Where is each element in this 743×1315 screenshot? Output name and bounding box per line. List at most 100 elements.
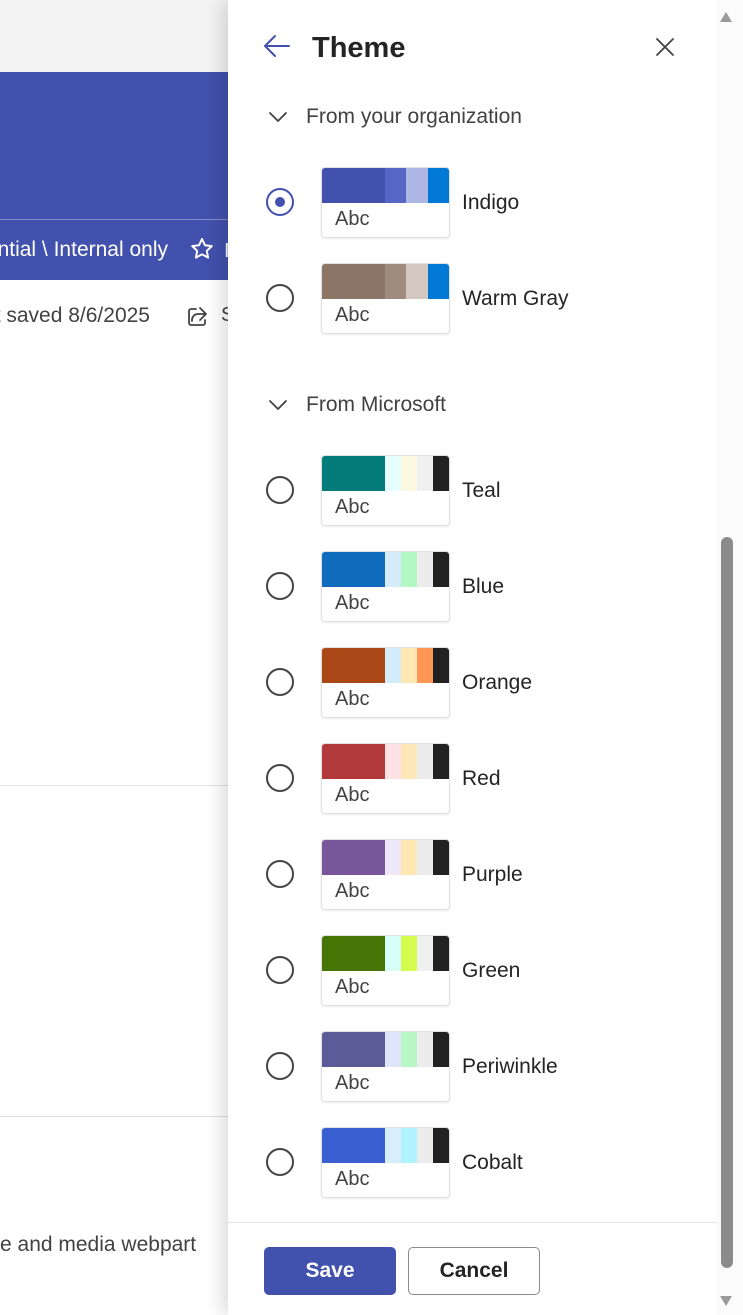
theme-name: Purple [462, 863, 523, 886]
swatch-color-bar [322, 648, 449, 683]
swatch-color [417, 1128, 433, 1163]
swatch-color-bar [322, 456, 449, 491]
swatch-sample-text: Abc [335, 496, 370, 518]
sensitivity-label[interactable]: ntial \ Internal only [0, 236, 168, 264]
theme-option-orange[interactable]: Abc Orange [262, 647, 682, 719]
swatch-sample-text: Abc [335, 1072, 370, 1094]
theme-option-blue[interactable]: Abc Blue [262, 551, 682, 623]
swatch-color [406, 168, 428, 203]
swatch-color [322, 168, 385, 203]
swatch-color [385, 936, 401, 971]
swatch-color [433, 744, 449, 779]
scrollbar-thumb[interactable] [721, 537, 733, 1268]
theme-option-indigo[interactable]: Abc Indigo [262, 167, 682, 239]
swatch-color [417, 456, 433, 491]
radio-button[interactable] [266, 764, 294, 792]
radio-button[interactable] [266, 476, 294, 504]
save-button[interactable]: Save [264, 1247, 396, 1295]
swatch-color [385, 648, 401, 683]
radio-button[interactable] [266, 860, 294, 888]
theme-option-warm-gray[interactable]: Abc Warm Gray [262, 263, 682, 335]
swatch-color [401, 648, 417, 683]
star-icon[interactable] [189, 236, 215, 262]
chevron-down-icon [269, 400, 287, 410]
scroll-up-arrow-icon[interactable] [718, 10, 734, 24]
swatch-color [385, 552, 401, 587]
theme-name: Blue [462, 575, 505, 598]
swatch-color [322, 264, 385, 299]
scroll-down-arrow-icon[interactable] [718, 1294, 734, 1308]
theme-option-periwinkle[interactable]: Abc Periwinkle [262, 1031, 682, 1103]
theme-option-cobalt[interactable]: Abc Cobalt [262, 1127, 682, 1199]
theme-option-teal[interactable]: Abc Teal [262, 455, 682, 527]
arrow-left-icon[interactable] [262, 30, 292, 62]
swatch-color-bar [322, 168, 449, 203]
swatch-color [417, 648, 433, 683]
section-label: From your organization [306, 105, 522, 128]
radio-button[interactable] [266, 1052, 294, 1080]
swatch-color [433, 456, 449, 491]
theme-option-red[interactable]: Abc Red [262, 743, 682, 815]
swatch-color [417, 552, 433, 587]
swatch-sample-text: Abc [335, 304, 370, 326]
theme-option-green[interactable]: Abc Green [262, 935, 682, 1007]
theme-swatch: Abc [321, 647, 450, 718]
radio-button[interactable] [266, 572, 294, 600]
swatch-color-bar [322, 744, 449, 779]
swatch-color-bar [322, 552, 449, 587]
swatch-color [385, 840, 401, 875]
swatch-sample-text: Abc [335, 1168, 370, 1190]
swatch-color [433, 840, 449, 875]
cancel-button[interactable]: Cancel [408, 1247, 540, 1295]
swatch-color [401, 744, 417, 779]
theme-swatch: Abc [321, 167, 450, 238]
swatch-color [428, 168, 449, 203]
share-icon[interactable] [186, 304, 210, 328]
swatch-color [406, 264, 428, 299]
swatch-color [433, 1128, 449, 1163]
swatch-color [322, 552, 385, 587]
swatch-color [401, 1128, 417, 1163]
swatch-color [401, 840, 417, 875]
swatch-color-bar [322, 1032, 449, 1067]
radio-button[interactable] [266, 284, 294, 312]
radio-button[interactable] [266, 668, 294, 696]
swatch-color [385, 168, 406, 203]
swatch-sample-text: Abc [335, 976, 370, 998]
radio-button[interactable] [266, 1148, 294, 1176]
swatch-color [433, 1032, 449, 1067]
swatch-color-bar [322, 264, 449, 299]
swatch-color [401, 456, 417, 491]
swatch-color-bar [322, 1128, 449, 1163]
swatch-color [433, 648, 449, 683]
radio-selected-dot [275, 197, 285, 207]
theme-swatch: Abc [321, 743, 450, 814]
content-divider [0, 785, 228, 786]
swatch-color [401, 936, 417, 971]
panel-footer-divider [228, 1222, 716, 1223]
swatch-color [401, 552, 417, 587]
radio-button[interactable] [266, 956, 294, 984]
share-label-fragment: S [221, 304, 228, 326]
swatch-sample-text: Abc [335, 208, 370, 230]
radio-button[interactable] [266, 188, 294, 216]
saved-status: t saved 8/6/2025 [0, 304, 150, 327]
swatch-color [433, 552, 449, 587]
swatch-color-bar [322, 840, 449, 875]
theme-name: Red [462, 767, 501, 790]
swatch-sample-text: Abc [335, 688, 370, 710]
swatch-color [385, 744, 401, 779]
swatch-color [401, 1032, 417, 1067]
swatch-color [322, 456, 385, 491]
webpart-label: e and media webpart [0, 1233, 197, 1256]
swatch-color [417, 1032, 433, 1067]
swatch-color [385, 264, 406, 299]
swatch-color-bar [322, 936, 449, 971]
swatch-color [322, 648, 385, 683]
close-icon[interactable] [651, 33, 679, 61]
swatch-color [322, 936, 385, 971]
theme-option-purple[interactable]: Abc Purple [262, 839, 682, 911]
theme-name: Periwinkle [462, 1055, 558, 1078]
theme-swatch: Abc [321, 1127, 450, 1198]
swatch-color [385, 456, 401, 491]
